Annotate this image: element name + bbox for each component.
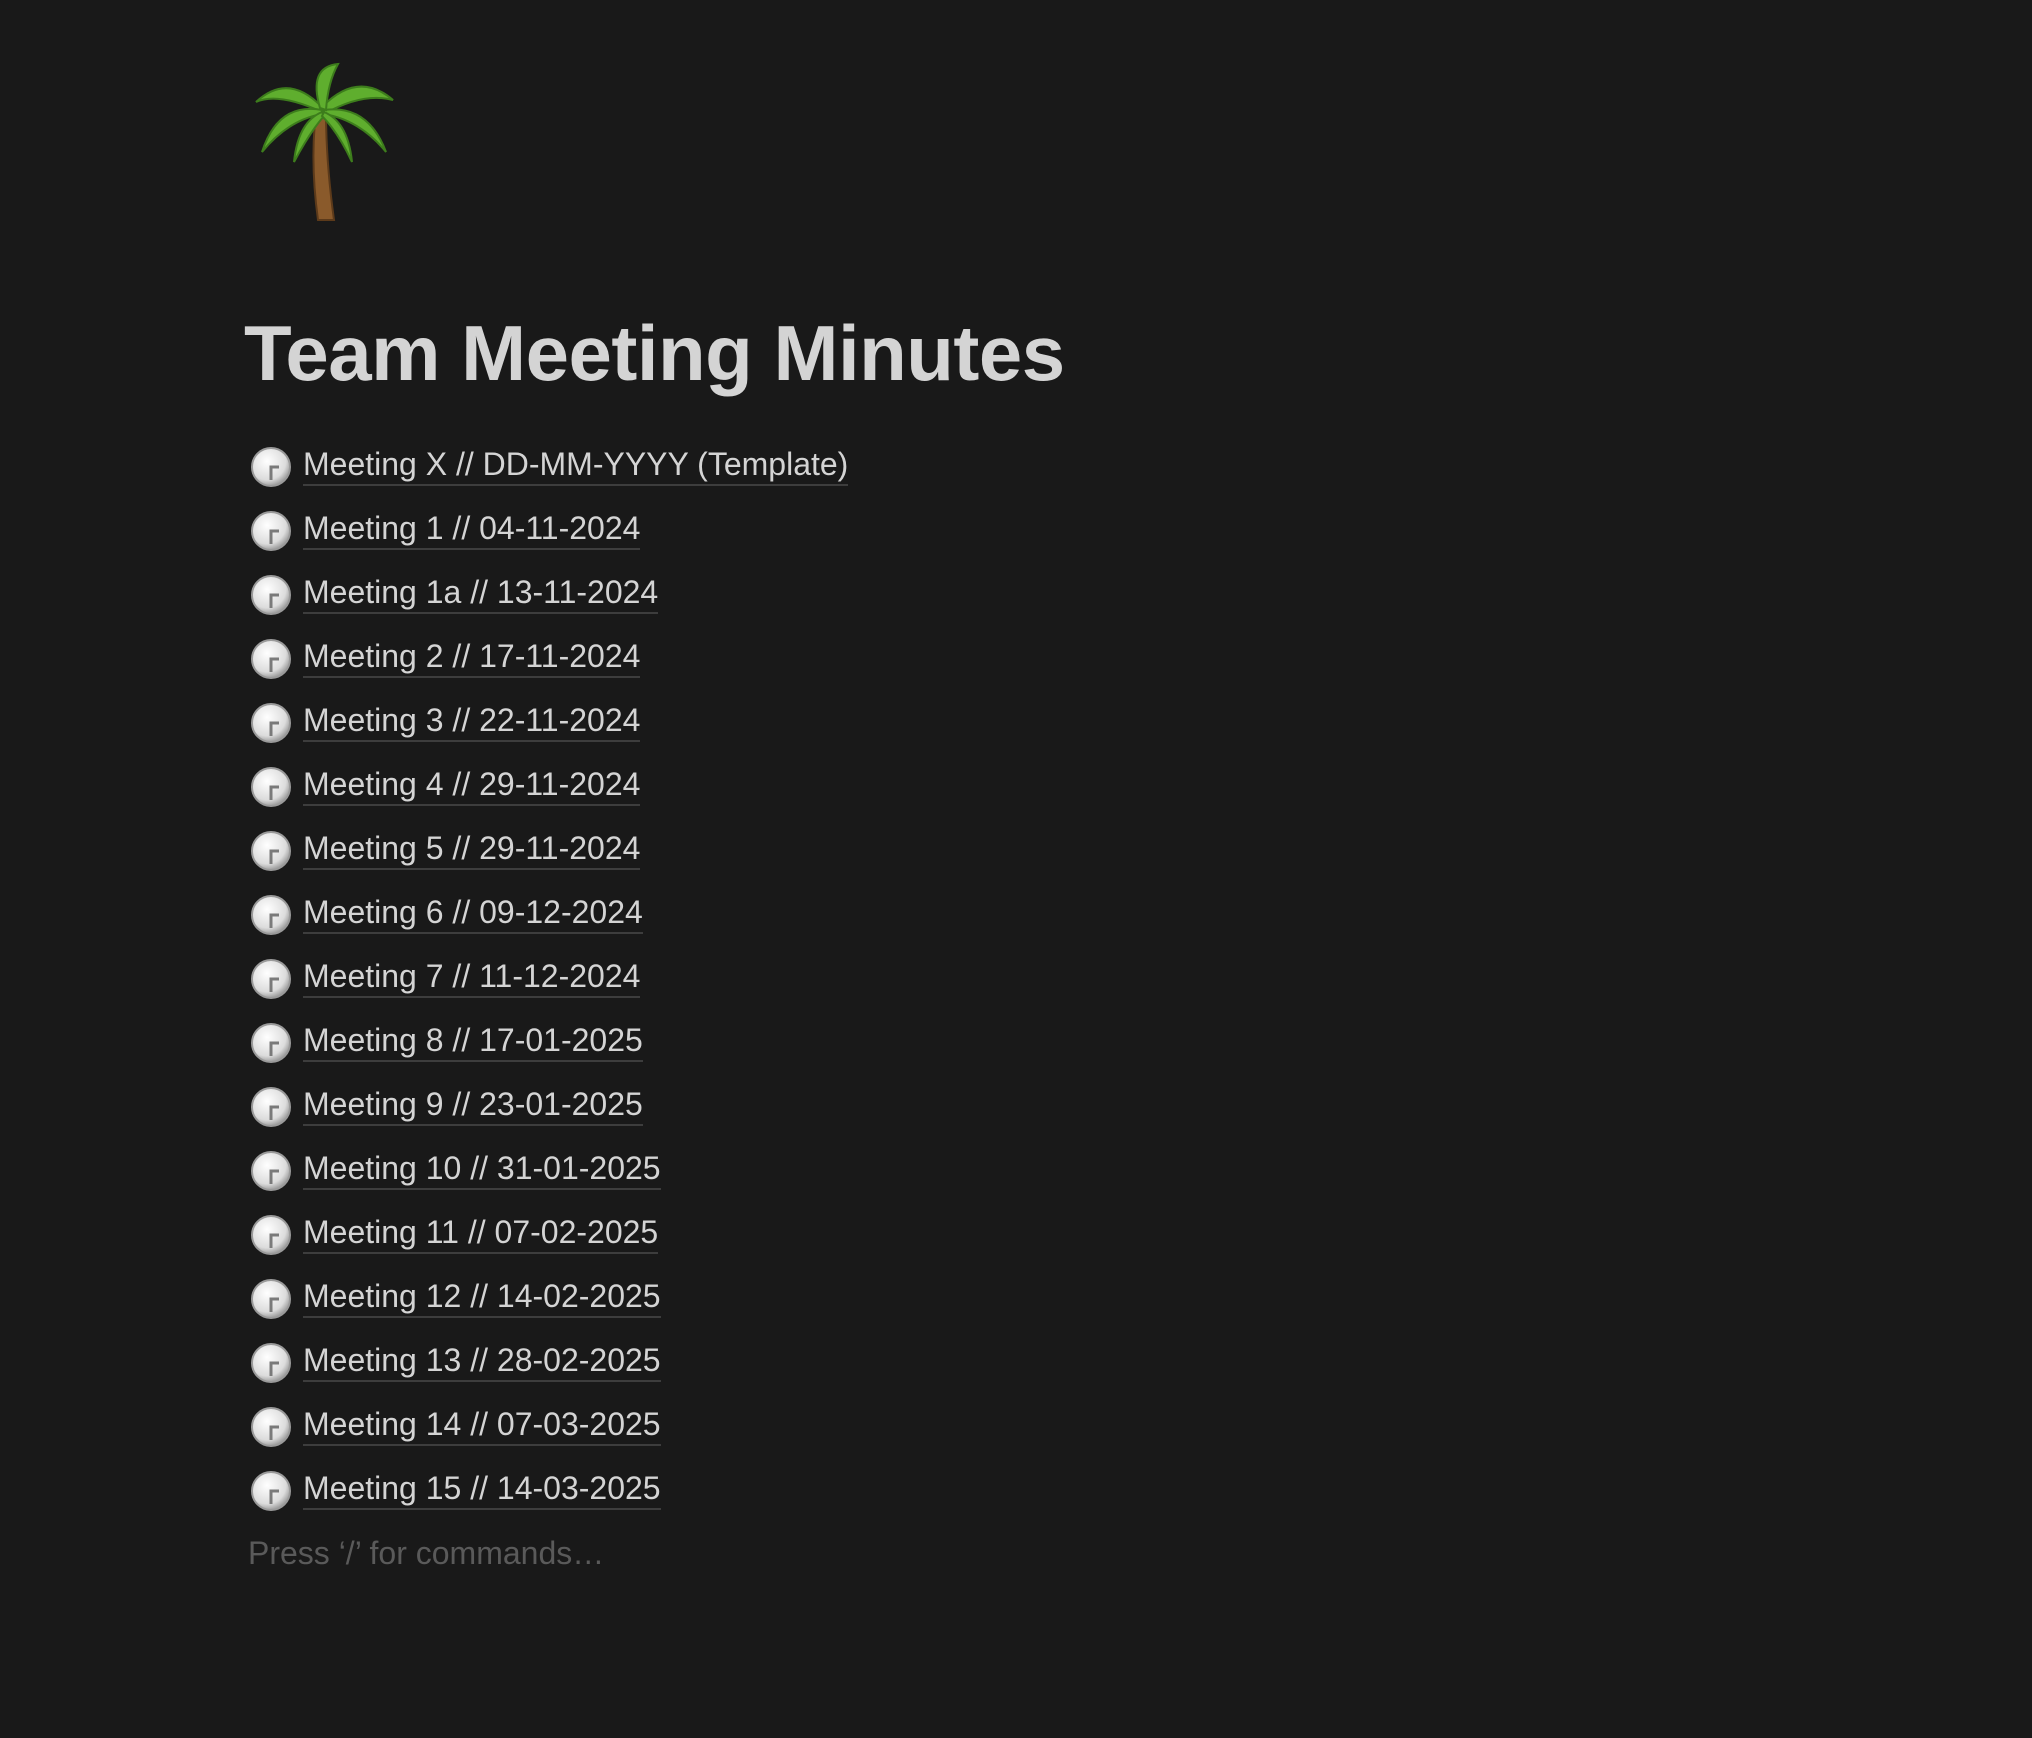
page-link-label[interactable]: Meeting 10 // 31-01-2025 bbox=[303, 1148, 661, 1190]
page-link-label[interactable]: Meeting 14 // 07-03-2025 bbox=[303, 1404, 661, 1446]
page-link-label[interactable]: Meeting 5 // 29-11-2024 bbox=[303, 828, 641, 870]
page-link-label[interactable]: Meeting 9 // 23-01-2025 bbox=[303, 1084, 643, 1126]
clock-icon bbox=[251, 1151, 291, 1191]
page-link[interactable]: Meeting 3 // 22-11-2024 bbox=[250, 700, 848, 764]
command-placeholder[interactable]: Press ‘/’ for commands… bbox=[248, 1535, 604, 1572]
page-link[interactable]: Meeting 14 // 07-03-2025 bbox=[250, 1404, 848, 1468]
page-link-label[interactable]: Meeting 1 // 04-11-2024 bbox=[303, 508, 641, 550]
page-link-label[interactable]: Meeting 7 // 11-12-2024 bbox=[303, 956, 641, 998]
page-link-label[interactable]: Meeting X // DD-MM-YYYY (Template) bbox=[303, 444, 849, 486]
clock-icon bbox=[251, 1407, 291, 1447]
clock-icon bbox=[251, 767, 291, 807]
clock-icon bbox=[251, 895, 291, 935]
clock-icon bbox=[251, 1471, 291, 1511]
page-link-label[interactable]: Meeting 15 // 14-03-2025 bbox=[303, 1468, 661, 1510]
clock-icon bbox=[251, 1087, 291, 1127]
clock-icon bbox=[251, 511, 291, 551]
page-link-label[interactable]: Meeting 13 // 28-02-2025 bbox=[303, 1340, 661, 1382]
clock-icon bbox=[251, 703, 291, 743]
clock-icon bbox=[251, 575, 291, 615]
clock-icon bbox=[251, 1215, 291, 1255]
page-link[interactable]: Meeting 1 // 04-11-2024 bbox=[250, 508, 848, 572]
page-link-label[interactable]: Meeting 12 // 14-02-2025 bbox=[303, 1276, 661, 1318]
page-link[interactable]: Meeting 11 // 07-02-2025 bbox=[250, 1212, 848, 1276]
clock-icon bbox=[251, 1279, 291, 1319]
page-link-list: Meeting X // DD-MM-YYYY (Template) Meetin… bbox=[250, 444, 849, 1532]
page-link-label[interactable]: Meeting 2 // 17-11-2024 bbox=[303, 636, 641, 678]
page-link-label[interactable]: Meeting 6 // 09-12-2024 bbox=[303, 892, 643, 934]
page-link[interactable]: Meeting 10 // 31-01-2025 bbox=[250, 1148, 848, 1212]
page-link[interactable]: Meeting 2 // 17-11-2024 bbox=[250, 636, 848, 700]
page-title[interactable]: Team Meeting Minutes bbox=[244, 308, 1065, 399]
palm-tree-icon[interactable] bbox=[248, 62, 398, 222]
page-link[interactable]: Meeting 12 // 14-02-2025 bbox=[250, 1276, 848, 1340]
page-link[interactable]: Meeting 1a // 13-11-2024 bbox=[250, 572, 848, 636]
page-link-label[interactable]: Meeting 8 // 17-01-2025 bbox=[303, 1020, 643, 1062]
page-link[interactable]: Meeting 4 // 29-11-2024 bbox=[250, 764, 848, 828]
page-link-label[interactable]: Meeting 11 // 07-02-2025 bbox=[303, 1212, 659, 1254]
clock-icon bbox=[251, 447, 291, 487]
page-link[interactable]: Meeting 5 // 29-11-2024 bbox=[250, 828, 848, 892]
page-link[interactable]: Meeting 9 // 23-01-2025 bbox=[250, 1084, 848, 1148]
page-link-label[interactable]: Meeting 4 // 29-11-2024 bbox=[303, 764, 641, 806]
clock-icon bbox=[251, 1023, 291, 1063]
page-link[interactable]: Meeting 6 // 09-12-2024 bbox=[250, 892, 848, 956]
page-link-label[interactable]: Meeting 3 // 22-11-2024 bbox=[303, 700, 641, 742]
page-link[interactable]: Meeting 13 // 28-02-2025 bbox=[250, 1340, 848, 1404]
clock-icon bbox=[251, 1343, 291, 1383]
page-link-label[interactable]: Meeting 1a // 13-11-2024 bbox=[303, 572, 659, 614]
page-link[interactable]: Meeting X // DD-MM-YYYY (Template) bbox=[250, 444, 849, 508]
clock-icon bbox=[251, 639, 291, 679]
clock-icon bbox=[251, 959, 291, 999]
page-link[interactable]: Meeting 7 // 11-12-2024 bbox=[250, 956, 848, 1020]
page-link[interactable]: Meeting 15 // 14-03-2025 bbox=[250, 1468, 848, 1532]
page-link[interactable]: Meeting 8 // 17-01-2025 bbox=[250, 1020, 848, 1084]
clock-icon bbox=[251, 831, 291, 871]
